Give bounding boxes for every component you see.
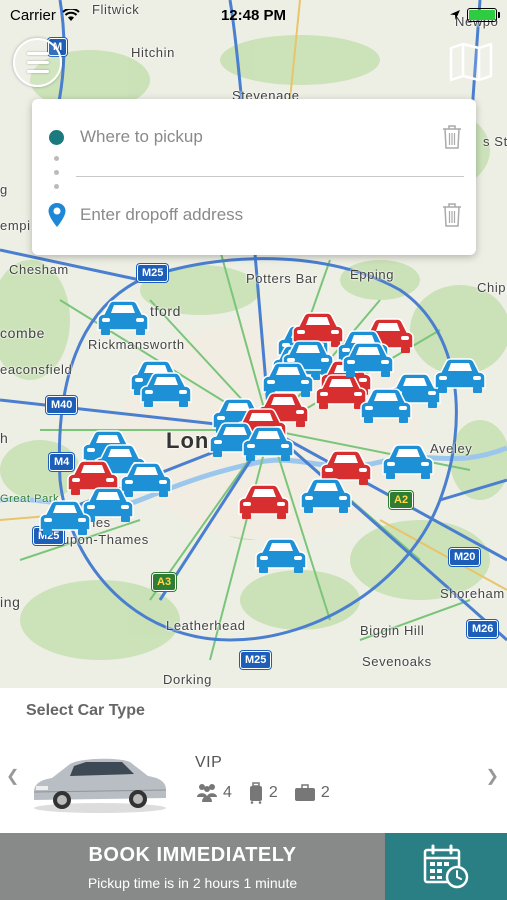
available-car-marker[interactable] bbox=[298, 478, 354, 514]
road-shield: M25 bbox=[240, 651, 272, 669]
map-pin-icon bbox=[48, 203, 66, 227]
trash-icon[interactable] bbox=[442, 203, 462, 227]
map-label: Sevenoaks bbox=[362, 654, 432, 669]
pickup-time-text: Pickup time is in 2 hours 1 minute bbox=[87, 875, 298, 891]
map-label: ing bbox=[0, 594, 21, 610]
road-shield: M26 bbox=[467, 620, 499, 638]
car-type-name: VIP bbox=[195, 754, 223, 771]
map-label: Leatherhead bbox=[166, 618, 246, 633]
briefcase-icon bbox=[294, 784, 315, 801]
available-car-marker[interactable] bbox=[380, 444, 436, 480]
available-car-marker[interactable] bbox=[358, 388, 414, 424]
schedule-button[interactable] bbox=[385, 833, 507, 900]
road-shield: A3 bbox=[152, 573, 177, 591]
divider bbox=[76, 176, 464, 177]
pickup-dot-icon bbox=[49, 129, 64, 145]
calendar-clock-icon bbox=[423, 844, 469, 888]
road-shield: M25 bbox=[137, 264, 169, 282]
map-label: s Sto bbox=[483, 134, 507, 149]
road-shield: A2 bbox=[389, 491, 414, 509]
map-label: Epping bbox=[350, 267, 395, 282]
hamburger-line bbox=[26, 70, 49, 73]
address-card bbox=[32, 99, 476, 255]
menu-button[interactable] bbox=[13, 38, 62, 87]
pickup-row bbox=[32, 113, 476, 161]
map-label: Aveley bbox=[430, 441, 473, 456]
available-car-marker[interactable] bbox=[95, 300, 151, 336]
status-bar: Carrier 12:48 PM bbox=[0, 0, 507, 30]
map-label: Dorking bbox=[163, 672, 212, 687]
route-dots bbox=[54, 156, 59, 189]
map-label: Biggin Hill bbox=[360, 623, 425, 638]
busy-car-marker[interactable] bbox=[236, 484, 292, 520]
map-label: empi bbox=[0, 218, 31, 233]
map-label: eaconsfield bbox=[0, 362, 73, 377]
dropoff-row bbox=[32, 191, 476, 239]
pickup-input[interactable] bbox=[80, 122, 410, 152]
briefcase-count: 2 bbox=[320, 784, 330, 801]
road-shield: M40 bbox=[46, 396, 78, 414]
available-car-marker[interactable] bbox=[432, 358, 488, 394]
car-image[interactable] bbox=[30, 752, 170, 814]
trash-icon[interactable] bbox=[442, 125, 462, 149]
road-shield: M20 bbox=[449, 548, 481, 566]
map-label: Hitchin bbox=[131, 45, 175, 60]
briefcase-spec: 2 bbox=[294, 784, 330, 802]
passenger-spec: 4 bbox=[196, 783, 232, 803]
car-type-panel: Select Car Type ❮ ❯ VIP 4 2 2 bbox=[0, 688, 507, 833]
map-label: tford bbox=[150, 303, 182, 319]
map-label: h bbox=[0, 430, 9, 446]
battery-icon bbox=[467, 8, 500, 22]
chevron-left-icon[interactable]: ❮ bbox=[6, 766, 19, 786]
luggage-icon bbox=[249, 782, 262, 804]
map-label: g bbox=[0, 182, 8, 197]
chevron-right-icon[interactable]: ❯ bbox=[486, 766, 499, 786]
available-car-marker[interactable] bbox=[37, 500, 93, 536]
hamburger-line bbox=[26, 52, 49, 55]
available-car-marker[interactable] bbox=[240, 426, 296, 462]
luggage-count: 2 bbox=[268, 784, 278, 801]
map-mode-icon[interactable] bbox=[449, 42, 493, 82]
book-title: BOOK IMMEDIATELY bbox=[88, 844, 297, 866]
passenger-count: 4 bbox=[223, 784, 232, 801]
luggage-spec: 2 bbox=[248, 782, 278, 804]
status-time: 12:48 PM bbox=[220, 6, 287, 24]
passengers-icon bbox=[197, 784, 217, 802]
available-car-marker[interactable] bbox=[253, 538, 309, 574]
map-label: Potters Bar bbox=[246, 271, 318, 286]
available-car-marker[interactable] bbox=[138, 372, 194, 408]
map-label: combe bbox=[0, 325, 46, 341]
map-label: Chipp bbox=[477, 280, 507, 295]
car-type-heading: Select Car Type bbox=[26, 702, 145, 719]
map-label: Rickmansworth bbox=[88, 337, 185, 352]
hamburger-line bbox=[26, 61, 49, 64]
map-label: Chesham bbox=[9, 262, 69, 277]
dropoff-input[interactable] bbox=[80, 200, 410, 230]
car-specs: 4 2 2 bbox=[196, 782, 340, 804]
map-label-london: Lon bbox=[166, 428, 210, 453]
book-immediately-button[interactable]: BOOK IMMEDIATELY Pickup time is in 2 hou… bbox=[0, 833, 385, 900]
map-label: Shoreham bbox=[440, 586, 505, 601]
